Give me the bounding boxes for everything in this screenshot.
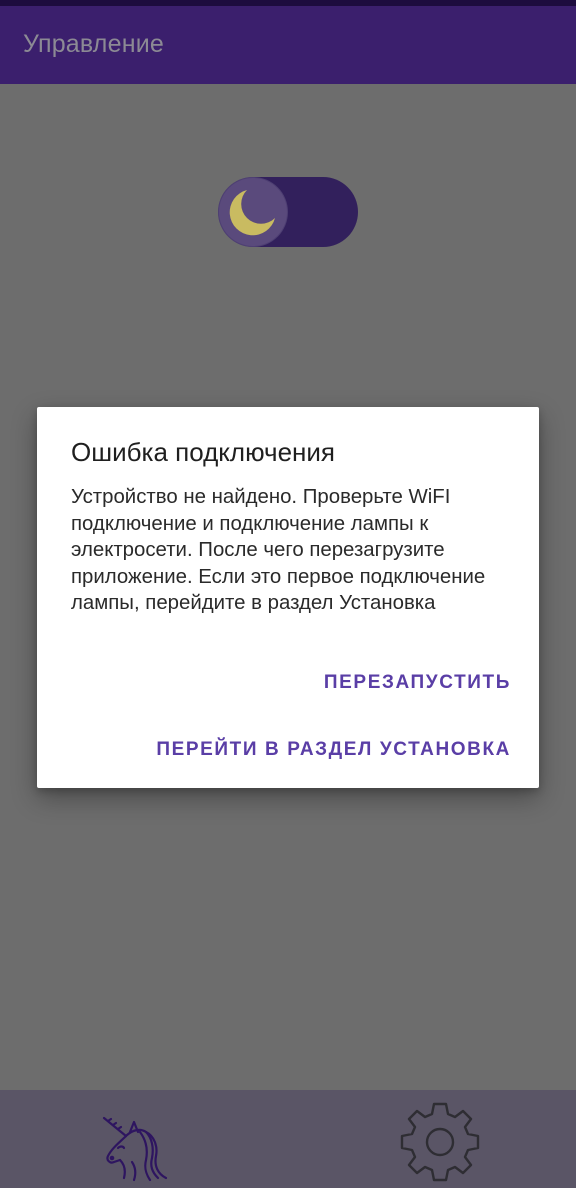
page-title: Управление <box>23 30 164 58</box>
moon-icon <box>229 190 275 236</box>
gear-icon <box>400 1102 480 1182</box>
restart-button[interactable]: ПЕРЕЗАПУСТИТЬ <box>324 672 511 694</box>
toggle-thumb <box>219 178 287 246</box>
nav-item-lamp[interactable] <box>96 1102 176 1182</box>
unicorn-icon <box>102 1116 168 1182</box>
dialog-title: Ошибка подключения <box>71 437 335 467</box>
bottom-navigation <box>0 1090 576 1188</box>
nav-item-settings[interactable] <box>400 1102 480 1182</box>
connection-error-dialog: Ошибка подключения Устройство не найдено… <box>37 407 539 788</box>
dialog-message: Устройство не найдено. Проверьте WiFI по… <box>71 486 486 614</box>
go-to-setup-button[interactable]: ПЕРЕЙТИ В РАЗДЕЛ УСТАНОВКА <box>156 739 511 761</box>
night-mode-toggle[interactable] <box>218 177 358 247</box>
app-bar: Управление <box>0 6 576 84</box>
